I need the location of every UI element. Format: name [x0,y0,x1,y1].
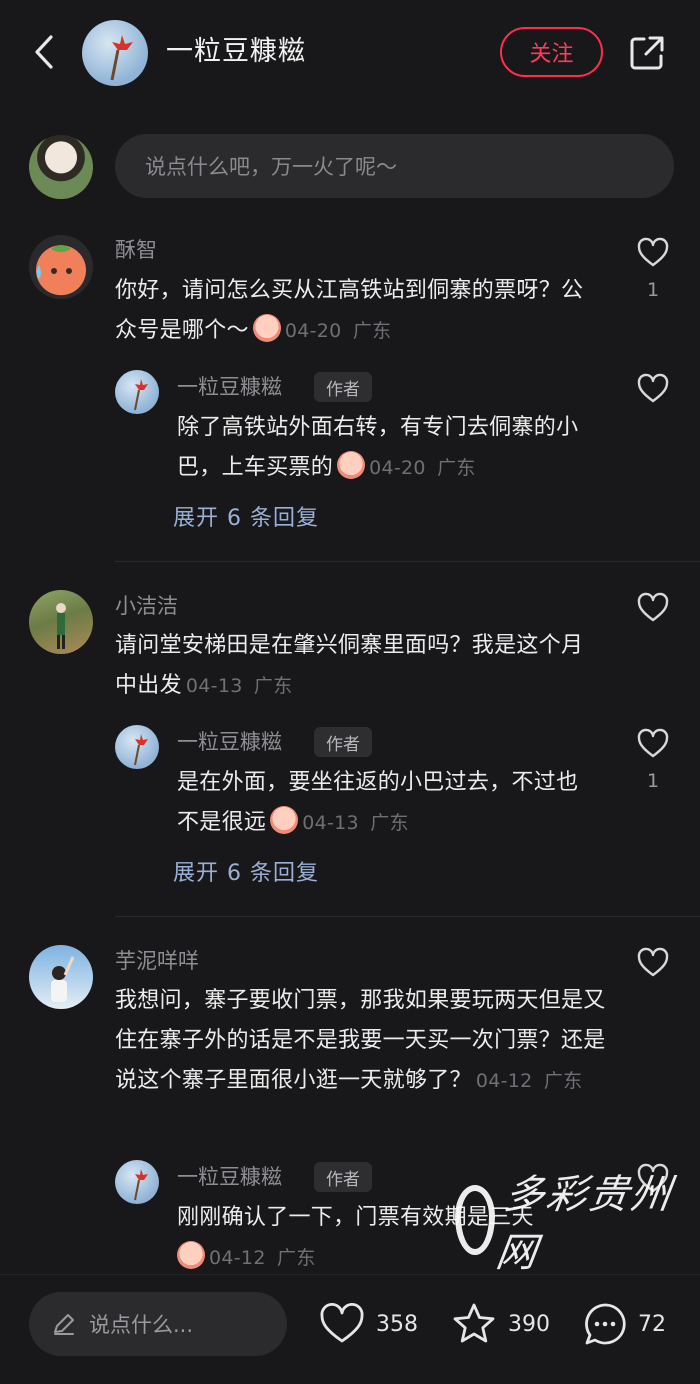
divider [115,916,700,917]
commenter-avatar[interactable] [29,590,93,654]
comment-body: 我想问，寨子要收门票，那我如果要玩两天但是又住在寨子外的话是不是我要一天买一次门… [115,988,606,1093]
comment-location: 广东 [352,320,392,342]
comment-location: 广东 [543,1070,583,1092]
comment-total: 72 [638,1311,666,1337]
pencil-icon [54,1314,74,1335]
emoji-icon [177,1241,205,1269]
follow-button[interactable]: 关注 [500,27,603,77]
star-icon [453,1303,495,1343]
like-icon[interactable] [636,946,670,980]
expand-replies-link[interactable]: 展开 6 条回复 [173,855,319,887]
collect-button[interactable]: 390 [450,1297,550,1351]
reply-date: 04-12 [209,1247,266,1269]
commenter-avatar[interactable] [29,945,93,1009]
comment-text: 请问堂安梯田是在肇兴侗寨里面吗？我是这个月中出发 04-13 广东 [115,626,605,706]
commenter-name[interactable]: 小洁洁 [115,591,178,621]
author-name[interactable]: 一粒豆糠糍 [166,32,306,72]
bottom-bar: 说点什么... 358 390 72 [0,1274,700,1384]
comment-input-row: 说点什么吧，万一火了呢～ [0,130,700,205]
emoji-icon [270,806,299,834]
replier-avatar[interactable] [115,1160,159,1204]
emoji-icon [252,314,281,342]
replier-name[interactable]: 一粒豆糠糍 [177,372,282,402]
comment-date: 04-20 [284,320,342,342]
like-icon[interactable] [636,372,670,406]
comment-input[interactable]: 说点什么吧，万一火了呢～ [115,134,674,198]
emoji-icon [337,451,366,479]
like-count: 1 [646,770,660,792]
reply-location: 广东 [370,812,409,834]
replier-avatar[interactable] [115,370,159,414]
comment-bubble-icon [585,1303,626,1345]
watermark: 多彩贵州网 [455,1172,676,1276]
commenter-name[interactable]: 芋泥咩咩 [115,946,199,976]
comment-location: 广东 [253,675,293,697]
top-bar: 一粒豆糠糍 关注 [0,0,700,105]
commenter-avatar[interactable] [29,235,93,299]
collect-total: 390 [508,1311,550,1337]
back-icon[interactable] [26,30,62,74]
reply-location: 广东 [277,1247,316,1269]
author-badge: 作者 [314,1162,372,1192]
reply-date: 04-13 [302,812,359,834]
author-badge: 作者 [314,727,372,757]
author-badge: 作者 [314,372,372,402]
reply-text: 是在外面，要坐往返的小巴过去，不过也不是很远 04-13 广东 [177,763,597,843]
like-button[interactable]: 358 [318,1297,418,1351]
expand-replies-link[interactable]: 展开 6 条回复 [173,500,319,532]
comment-text: 你好，请问怎么买从江高铁站到侗寨的票呀？公众号是哪个～ 04-20 广东 [115,271,605,351]
reply-date: 04-20 [369,457,426,479]
reply-text: 除了高铁站外面右转，有专门去侗寨的小巴，上车买票的 04-20 广东 [177,408,597,488]
watermark-text: 多彩贵州网 [493,1172,676,1276]
comment-date: 04-13 [185,675,243,697]
comment-button[interactable]: 72 [582,1297,666,1351]
comment-body: 你好，请问怎么买从江高铁站到侗寨的票呀？公众号是哪个～ [115,278,584,343]
like-icon[interactable] [636,591,670,625]
like-count: 1 [646,279,660,301]
my-avatar [29,135,93,199]
replier-name[interactable]: 一粒豆糠糍 [177,727,282,757]
comment-text: 我想问，寨子要收门票，那我如果要玩两天但是又住在寨子外的话是不是我要一天买一次门… [115,981,610,1101]
like-icon[interactable] [636,236,670,270]
comment-date: 04-12 [475,1070,533,1092]
divider [115,561,700,562]
replier-avatar[interactable] [115,725,159,769]
replier-name[interactable]: 一粒豆糠糍 [177,1162,282,1192]
say-something-input[interactable]: 说点什么... [29,1292,287,1356]
reply-location: 广东 [437,457,476,479]
heart-icon [320,1303,364,1343]
commenter-name[interactable]: 酥智 [115,235,157,265]
watermark-logo [455,1185,496,1255]
share-icon[interactable] [628,34,666,72]
author-avatar[interactable] [82,20,148,86]
say-something-placeholder: 说点什么... [89,1313,194,1337]
like-icon[interactable] [636,727,670,761]
like-total: 358 [376,1311,418,1337]
